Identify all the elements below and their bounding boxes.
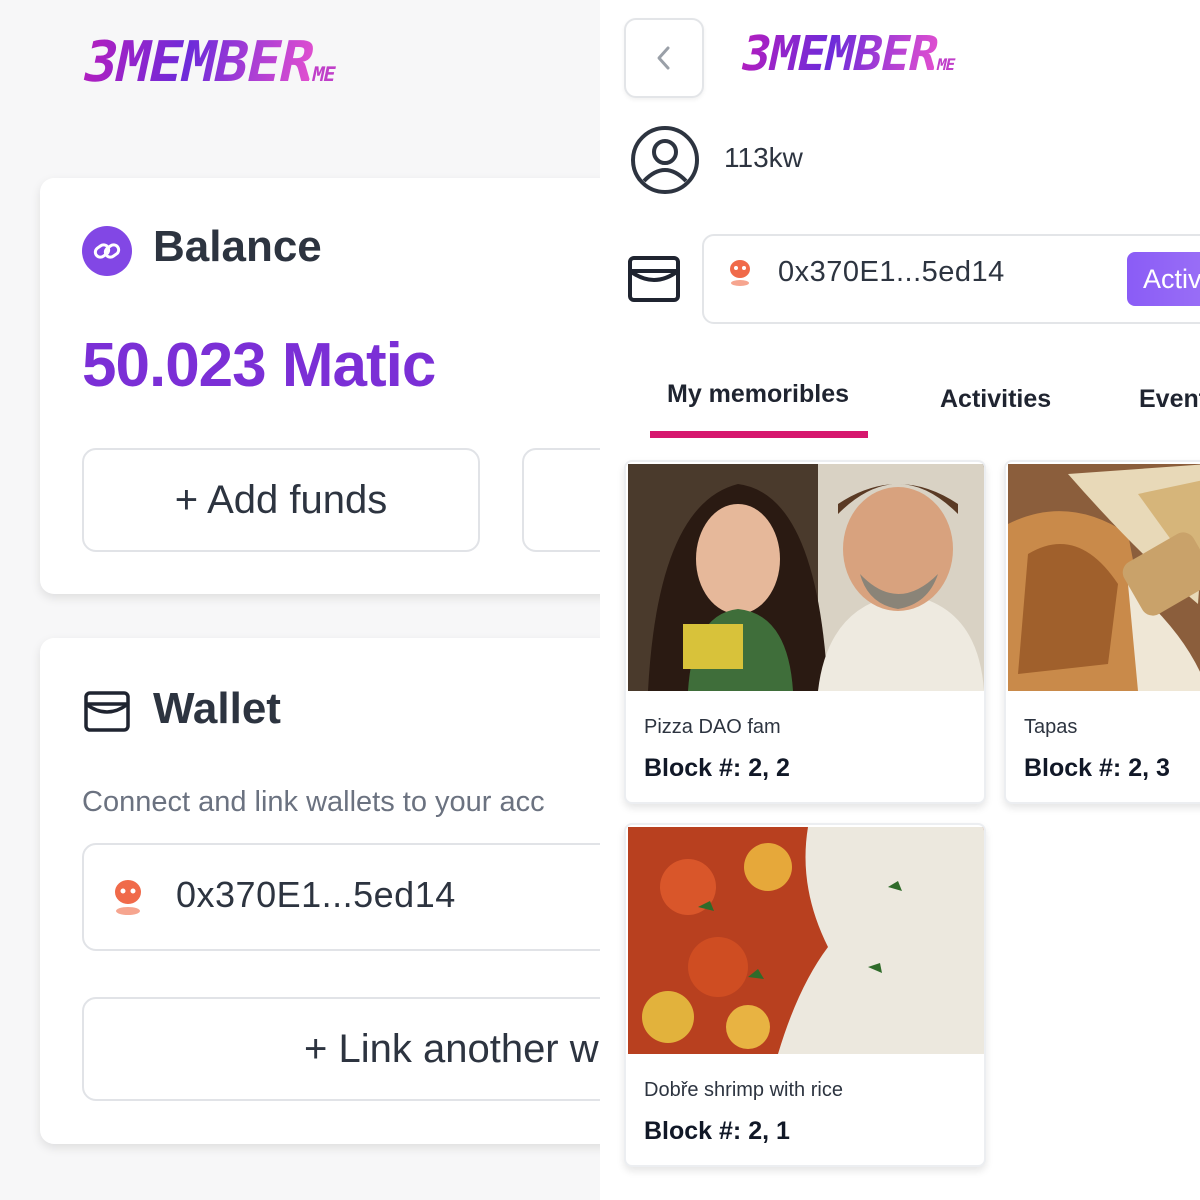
memorible-title: Dobře shrimp with rice (644, 1079, 843, 1101)
memorible-block: Block #: 2, 2 (644, 754, 790, 782)
memorible-block: Block #: 2, 3 (1024, 754, 1170, 782)
memorible-title: Pizza DAO fam (644, 716, 781, 738)
status-badge[interactable]: Activ (1127, 252, 1200, 306)
tab-my-memoribles[interactable]: My memoribles (667, 380, 849, 409)
app-logo: 3MEMBER ME (77, 30, 338, 95)
memorible-card[interactable]: Tapas Block #: 2, 3 (1004, 460, 1200, 804)
tab-events[interactable]: Event (1139, 385, 1200, 414)
wallet-avatar-icon (115, 880, 141, 915)
profile-panel: 3MEMBER ME 113kw 0x370E1...5ed14 Activ My… (600, 0, 1200, 1200)
active-tab-indicator (650, 431, 868, 438)
add-funds-button[interactable]: + Add funds (82, 448, 480, 552)
tab-activities[interactable]: Activities (940, 385, 1051, 414)
balance-title: Balance (153, 222, 322, 271)
user-avatar-icon (631, 126, 699, 194)
secondary-balance-button[interactable] (522, 448, 600, 552)
wallet-address: 0x370E1...5ed14 (176, 874, 456, 915)
link-wallet-button[interactable]: + Link another w (82, 997, 600, 1101)
memorible-photo (1008, 464, 1200, 691)
wallet-icon (628, 256, 680, 302)
wallet-description: Connect and link wallets to your acc (82, 786, 545, 818)
app-logo: 3MEMBER ME (736, 26, 957, 82)
wallet-title: Wallet (153, 684, 281, 733)
polygon-icon (82, 226, 132, 276)
username: 113kw (724, 142, 803, 173)
wallet-avatar-icon (730, 260, 750, 286)
wallet-icon (84, 691, 130, 732)
memorible-photo (628, 464, 984, 691)
memorible-card[interactable]: Dobře shrimp with rice Block #: 2, 1 (624, 823, 986, 1167)
memorible-card[interactable]: Pizza DAO fam Block #: 2, 2 (624, 460, 986, 804)
memorible-photo (628, 827, 984, 1054)
profile-wallet-address: 0x370E1...5ed14 (778, 256, 1005, 288)
memorible-block: Block #: 2, 1 (644, 1117, 790, 1145)
balance-wallet-panel: 3MEMBER ME Balance 50.023 Matic + Add fun… (0, 0, 600, 1200)
balance-amount: 50.023 Matic (82, 331, 436, 400)
back-button[interactable] (624, 18, 704, 98)
memorible-title: Tapas (1024, 716, 1078, 738)
chevron-left-icon (657, 46, 670, 70)
